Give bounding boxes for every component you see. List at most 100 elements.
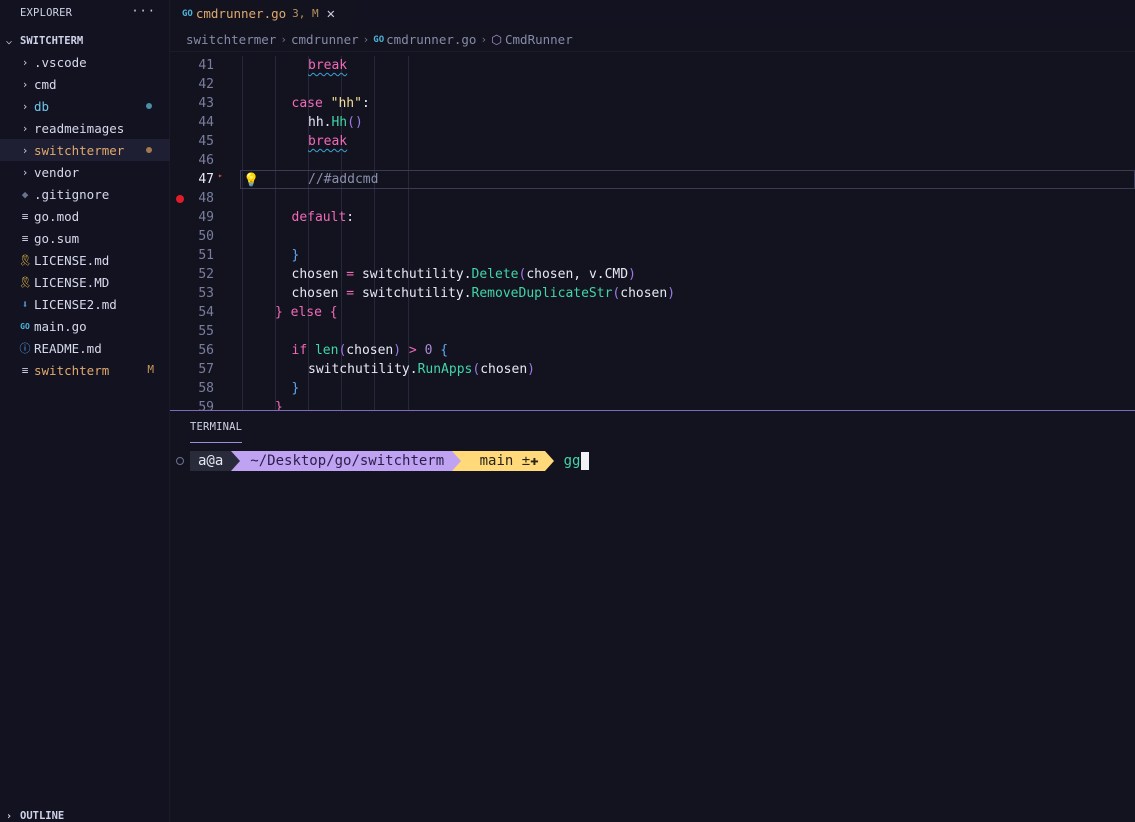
code-token: default <box>291 210 347 225</box>
line-number: 49 <box>198 210 214 225</box>
line-number: 56 <box>198 343 214 358</box>
breadcrumb-item-switchtermer[interactable]: switchtermer <box>186 32 276 47</box>
tree-item[interactable]: ⓘ README.md <box>0 337 170 359</box>
code-text: } else { <box>275 303 338 322</box>
code-token: { <box>440 343 449 358</box>
tree-item[interactable]: › switchtermer <box>0 139 170 161</box>
explorer-title: EXPLORER <box>20 7 73 19</box>
code-token: ) <box>667 286 676 301</box>
tree-item[interactable]: › db <box>0 95 170 117</box>
license-ribbon-icon: 🎗 <box>18 253 32 267</box>
code-line: 45 break <box>170 132 1135 151</box>
tree-item-label: switchterm <box>34 362 110 378</box>
tree-item-label: readmeimages <box>34 120 125 136</box>
code-token: ) <box>527 362 535 377</box>
tree-item[interactable]: › readmeimages <box>0 117 170 139</box>
tab-terminal[interactable]: TERMINAL <box>190 421 243 443</box>
code-token: case <box>291 96 331 111</box>
line-number: 43 <box>198 96 214 111</box>
line-number: 58 <box>198 381 214 396</box>
code-text: default: <box>292 208 355 227</box>
tab-filename: cmdrunner.go <box>195 6 287 21</box>
tree-item[interactable]: 🎗 LICENSE.MD <box>0 271 170 293</box>
breadcrumb-item-cmdrunner[interactable]: cmdrunner <box>291 32 359 47</box>
explorer-header: EXPLORER ··· <box>0 0 170 26</box>
code-editor[interactable]: 41 break 42 43 case "hh": 44 hh.Hh() 45 break 46 💡… <box>170 56 1135 410</box>
outline-section[interactable]: › OUTLINE <box>0 808 170 822</box>
close-icon[interactable]: ✕ <box>327 6 335 22</box>
code-token: "hh" <box>330 96 362 111</box>
prompt-git-segment: main ±✚ <box>461 451 545 471</box>
tree-item-label: README.md <box>34 340 102 356</box>
code-token: break <box>308 134 348 149</box>
tree-item[interactable]: ≡ switchterm M <box>0 359 170 381</box>
code-token: = <box>346 267 355 282</box>
tree-item[interactable]: ≡ go.sum <box>0 227 170 249</box>
code-line: 57 switchutility.RunApps(chosen) <box>170 360 1135 379</box>
breadcrumb-item-symbol[interactable]: CmdRunner <box>505 32 573 47</box>
code-line: 54} else { <box>170 303 1135 322</box>
tree-item[interactable]: › cmd <box>0 73 170 95</box>
tree-item-label: go.mod <box>34 208 80 224</box>
prompt-path-segment: ~/Desktop/go/switchterm <box>240 451 453 471</box>
code-token: chosen, v.CMD <box>526 267 629 282</box>
line-number: 55 <box>198 324 214 339</box>
code-token: switchutility. <box>354 286 472 301</box>
diff-marker-icon: ▸ <box>218 171 223 180</box>
outline-label: OUTLINE <box>20 810 65 822</box>
code-text: } <box>292 379 300 398</box>
code-line: 51} <box>170 246 1135 265</box>
code-token: chosen <box>480 362 528 377</box>
tree-item[interactable]: › vendor <box>0 161 170 183</box>
prompt-user-segment: a@a <box>190 451 232 471</box>
code-text: } <box>292 246 300 265</box>
go-file-icon: GO <box>373 34 385 45</box>
line-number: 51 <box>198 248 214 263</box>
prompt-status-circle-icon <box>176 457 184 465</box>
code-token: if <box>291 343 315 358</box>
git-branch-name: main <box>479 453 514 469</box>
tab-cmdrunner-go[interactable]: GO cmdrunner.go 3, M ✕ <box>170 0 356 28</box>
tree-item[interactable]: 🎗 LICENSE.md <box>0 249 170 271</box>
code-token: switchutility. <box>308 362 418 377</box>
tree-item-label: db <box>34 98 50 114</box>
tree-item[interactable]: GO main.go <box>0 315 170 337</box>
line-number: 47 <box>198 172 214 187</box>
code-text: switchutility.RunApps(chosen) <box>308 360 535 379</box>
code-line: 58} <box>170 379 1135 398</box>
line-number: 48 <box>198 191 214 206</box>
tree-item[interactable]: ≡ go.mod <box>0 205 170 227</box>
code-token: //#addcmd <box>308 172 379 187</box>
code-token: } <box>291 381 300 396</box>
code-token: RunApps <box>417 362 473 377</box>
chevron-right-icon: › <box>480 33 488 46</box>
terminal-prompt[interactable]: a@a ~/Desktop/go/switchterm main ±✚ gg <box>176 451 590 471</box>
explorer-sidebar: EXPLORER ··· ⌵ SWITCHTERM › .vscode › cmd › d… <box>0 0 170 822</box>
tree-item-label: vendor <box>34 164 80 180</box>
code-token: } <box>291 248 300 263</box>
tree-item[interactable]: ◆ .gitignore <box>0 183 170 205</box>
line-number: 44 <box>198 115 214 130</box>
lines-file-icon: ≡ <box>21 231 29 245</box>
line-number: 59 <box>198 400 214 410</box>
chevron-right-icon: › <box>6 810 13 822</box>
breadcrumb-item-file[interactable]: cmdrunner.go <box>386 32 476 47</box>
line-number: 46 <box>198 153 214 168</box>
tree-item-label: go.sum <box>34 230 80 246</box>
line-number: 41 <box>198 58 214 73</box>
tree-item[interactable]: ⬇ LICENSE2.md <box>0 293 170 315</box>
markdown-arrow-icon: ⬇ <box>21 297 29 311</box>
chevron-down-icon: ⌵ <box>6 35 13 47</box>
tree-item[interactable]: › .vscode <box>0 51 170 73</box>
more-actions-icon[interactable]: ··· <box>131 4 156 18</box>
code-token: break <box>308 58 348 73</box>
code-token: chosen <box>346 343 394 358</box>
modified-dot-icon <box>146 103 152 109</box>
code-token: Delete <box>471 267 519 282</box>
workspace-root-folder[interactable]: ⌵ SWITCHTERM <box>0 31 170 51</box>
code-line: 55 <box>170 322 1135 341</box>
code-text: chosen = switchutility.Delete(chosen, v.… <box>292 265 636 284</box>
lightbulb-icon[interactable]: 💡 <box>243 171 259 190</box>
code-token: : <box>361 96 370 111</box>
code-token: len <box>314 343 339 358</box>
